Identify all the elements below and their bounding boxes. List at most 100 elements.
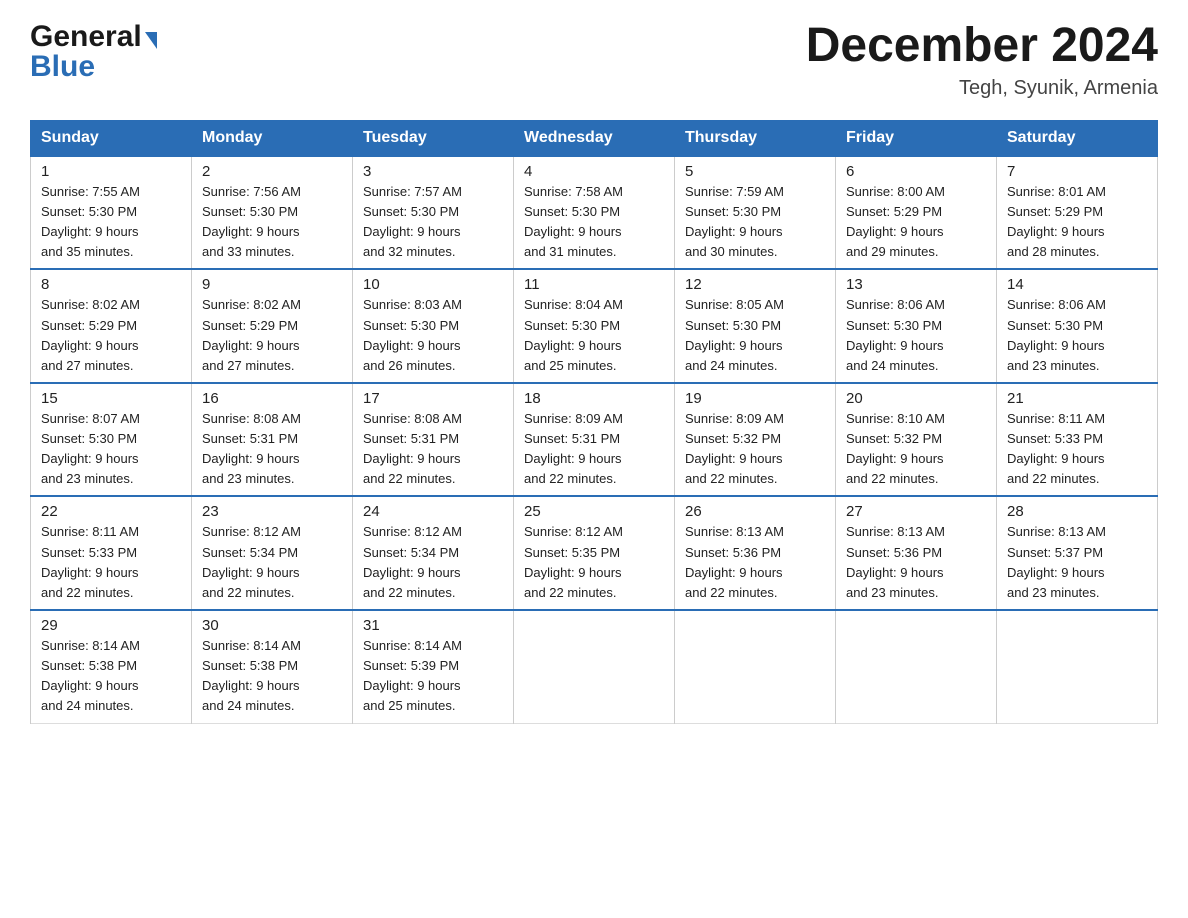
calendar-cell: 30 Sunrise: 8:14 AMSunset: 5:38 PMDayligh… — [192, 610, 353, 723]
day-info: Sunrise: 7:56 AMSunset: 5:30 PMDaylight:… — [202, 182, 342, 263]
day-number: 17 — [363, 390, 503, 407]
calendar-cell: 26 Sunrise: 8:13 AMSunset: 5:36 PMDayligh… — [675, 496, 836, 610]
day-number: 19 — [685, 390, 825, 407]
calendar-cell: 29Sunrise: 8:14 AMSunset: 5:38 PMDayligh… — [31, 610, 192, 723]
calendar-cell: 18 Sunrise: 8:09 AMSunset: 5:31 PMDayligh… — [514, 383, 675, 497]
calendar-cell: 2 Sunrise: 7:56 AMSunset: 5:30 PMDaylight… — [192, 156, 353, 270]
calendar-cell: 7Sunrise: 8:01 AMSunset: 5:29 PMDaylight… — [997, 156, 1158, 270]
day-info: Sunrise: 8:05 AMSunset: 5:30 PMDaylight:… — [685, 295, 825, 376]
logo-blue: Blue — [30, 50, 157, 84]
day-info: Sunrise: 8:06 AMSunset: 5:30 PMDaylight:… — [1007, 295, 1147, 376]
calendar-cell — [997, 610, 1158, 723]
day-info: Sunrise: 8:06 AMSunset: 5:30 PMDaylight:… — [846, 295, 986, 376]
day-number: 7 — [1007, 163, 1147, 180]
day-info: Sunrise: 7:55 AMSunset: 5:30 PMDaylight:… — [41, 182, 181, 263]
day-number: 8 — [41, 276, 181, 293]
calendar-cell: 14 Sunrise: 8:06 AMSunset: 5:30 PMDayligh… — [997, 269, 1158, 383]
day-number: 2 — [202, 163, 342, 180]
calendar-cell: 4Sunrise: 7:58 AMSunset: 5:30 PMDaylight… — [514, 156, 675, 270]
day-info: Sunrise: 8:13 AMSunset: 5:36 PMDaylight:… — [846, 522, 986, 603]
calendar-cell: 10Sunrise: 8:03 AMSunset: 5:30 PMDayligh… — [353, 269, 514, 383]
day-info: Sunrise: 8:00 AMSunset: 5:29 PMDaylight:… — [846, 182, 986, 263]
day-number: 31 — [363, 617, 503, 634]
day-number: 30 — [202, 617, 342, 634]
day-number: 4 — [524, 163, 664, 180]
day-number: 6 — [846, 163, 986, 180]
day-number: 15 — [41, 390, 181, 407]
calendar-cell: 22Sunrise: 8:11 AMSunset: 5:33 PMDayligh… — [31, 496, 192, 610]
day-info: Sunrise: 8:10 AMSunset: 5:32 PMDaylight:… — [846, 409, 986, 490]
day-info: Sunrise: 8:14 AMSunset: 5:38 PMDaylight:… — [202, 636, 342, 717]
calendar-cell: 12 Sunrise: 8:05 AMSunset: 5:30 PMDayligh… — [675, 269, 836, 383]
day-info: Sunrise: 8:12 AMSunset: 5:34 PMDaylight:… — [363, 522, 503, 603]
col-monday: Monday — [192, 120, 353, 156]
day-number: 1 — [41, 163, 181, 180]
calendar-cell — [514, 610, 675, 723]
calendar-cell: 25 Sunrise: 8:12 AMSunset: 5:35 PMDayligh… — [514, 496, 675, 610]
day-number: 27 — [846, 503, 986, 520]
day-info: Sunrise: 8:07 AMSunset: 5:30 PMDaylight:… — [41, 409, 181, 490]
calendar-cell: 13 Sunrise: 8:06 AMSunset: 5:30 PMDayligh… — [836, 269, 997, 383]
calendar-week-row: 29 Sunrise: 8:14 AMSunset: 5:38 PMDayligh… — [31, 610, 1158, 723]
calendar-table: Sunday Monday Tuesday Wednesday Thursday… — [30, 120, 1158, 724]
day-info: Sunrise: 8:08 AMSunset: 5:31 PMDaylight:… — [363, 409, 503, 490]
col-saturday: Saturday — [997, 120, 1158, 156]
calendar-cell — [675, 610, 836, 723]
calendar-cell: 27 Sunrise: 8:13 AMSunset: 5:36 PMDayligh… — [836, 496, 997, 610]
calendar-cell: 23Sunrise: 8:12 AMSunset: 5:34 PMDayligh… — [192, 496, 353, 610]
day-number: 9 — [202, 276, 342, 293]
location: Tegh, Syunik, Armenia — [806, 77, 1158, 100]
calendar-cell — [836, 610, 997, 723]
calendar-week-row: 22Sunrise: 8:11 AMSunset: 5:33 PMDayligh… — [31, 496, 1158, 610]
logo: General Blue — [30, 20, 157, 84]
calendar-header-row: Sunday Monday Tuesday Wednesday Thursday… — [31, 120, 1158, 156]
day-info: Sunrise: 8:02 AMSunset: 5:29 PMDaylight:… — [41, 295, 181, 376]
calendar-week-row: 8 Sunrise: 8:02 AMSunset: 5:29 PMDaylight… — [31, 269, 1158, 383]
day-number: 25 — [524, 503, 664, 520]
calendar-cell: 31Sunrise: 8:14 AMSunset: 5:39 PMDayligh… — [353, 610, 514, 723]
day-info: Sunrise: 8:13 AMSunset: 5:37 PMDaylight:… — [1007, 522, 1147, 603]
day-number: 29 — [41, 617, 181, 634]
day-info: Sunrise: 8:09 AMSunset: 5:31 PMDaylight:… — [524, 409, 664, 490]
calendar-cell: 21 Sunrise: 8:11 AMSunset: 5:33 PMDayligh… — [997, 383, 1158, 497]
calendar-cell: 11 Sunrise: 8:04 AMSunset: 5:30 PMDayligh… — [514, 269, 675, 383]
calendar-cell: 6 Sunrise: 8:00 AMSunset: 5:29 PMDaylight… — [836, 156, 997, 270]
day-number: 13 — [846, 276, 986, 293]
day-info: Sunrise: 7:59 AMSunset: 5:30 PMDaylight:… — [685, 182, 825, 263]
day-number: 14 — [1007, 276, 1147, 293]
calendar-cell: 17 Sunrise: 8:08 AMSunset: 5:31 PMDayligh… — [353, 383, 514, 497]
calendar-cell: 15 Sunrise: 8:07 AMSunset: 5:30 PMDayligh… — [31, 383, 192, 497]
calendar-cell: 24Sunrise: 8:12 AMSunset: 5:34 PMDayligh… — [353, 496, 514, 610]
month-title: December 2024 — [806, 20, 1158, 73]
calendar-cell: 16 Sunrise: 8:08 AMSunset: 5:31 PMDayligh… — [192, 383, 353, 497]
calendar-cell: 1 Sunrise: 7:55 AMSunset: 5:30 PMDaylight… — [31, 156, 192, 270]
col-friday: Friday — [836, 120, 997, 156]
day-number: 20 — [846, 390, 986, 407]
day-info: Sunrise: 8:13 AMSunset: 5:36 PMDaylight:… — [685, 522, 825, 603]
title-block: December 2024 Tegh, Syunik, Armenia — [806, 20, 1158, 100]
calendar-week-row: 15 Sunrise: 8:07 AMSunset: 5:30 PMDayligh… — [31, 383, 1158, 497]
col-tuesday: Tuesday — [353, 120, 514, 156]
calendar-cell: 20 Sunrise: 8:10 AMSunset: 5:32 PMDayligh… — [836, 383, 997, 497]
col-thursday: Thursday — [675, 120, 836, 156]
day-info: Sunrise: 8:08 AMSunset: 5:31 PMDaylight:… — [202, 409, 342, 490]
day-number: 11 — [524, 276, 664, 293]
day-number: 18 — [524, 390, 664, 407]
logo-arrow-icon — [145, 32, 157, 49]
calendar-cell: 8 Sunrise: 8:02 AMSunset: 5:29 PMDaylight… — [31, 269, 192, 383]
day-info: Sunrise: 8:12 AMSunset: 5:34 PMDaylight:… — [202, 522, 342, 603]
day-info: Sunrise: 8:04 AMSunset: 5:30 PMDaylight:… — [524, 295, 664, 376]
calendar-cell: 19 Sunrise: 8:09 AMSunset: 5:32 PMDayligh… — [675, 383, 836, 497]
day-number: 26 — [685, 503, 825, 520]
page-header: General Blue December 2024 Tegh, Syunik,… — [30, 20, 1158, 100]
calendar-cell: 5Sunrise: 7:59 AMSunset: 5:30 PMDaylight… — [675, 156, 836, 270]
day-number: 12 — [685, 276, 825, 293]
day-info: Sunrise: 8:12 AMSunset: 5:35 PMDaylight:… — [524, 522, 664, 603]
day-info: Sunrise: 8:11 AMSunset: 5:33 PMDaylight:… — [41, 522, 181, 603]
day-info: Sunrise: 8:03 AMSunset: 5:30 PMDaylight:… — [363, 295, 503, 376]
day-number: 16 — [202, 390, 342, 407]
day-info: Sunrise: 8:09 AMSunset: 5:32 PMDaylight:… — [685, 409, 825, 490]
day-info: Sunrise: 8:11 AMSunset: 5:33 PMDaylight:… — [1007, 409, 1147, 490]
calendar-week-row: 1 Sunrise: 7:55 AMSunset: 5:30 PMDaylight… — [31, 156, 1158, 270]
day-number: 21 — [1007, 390, 1147, 407]
